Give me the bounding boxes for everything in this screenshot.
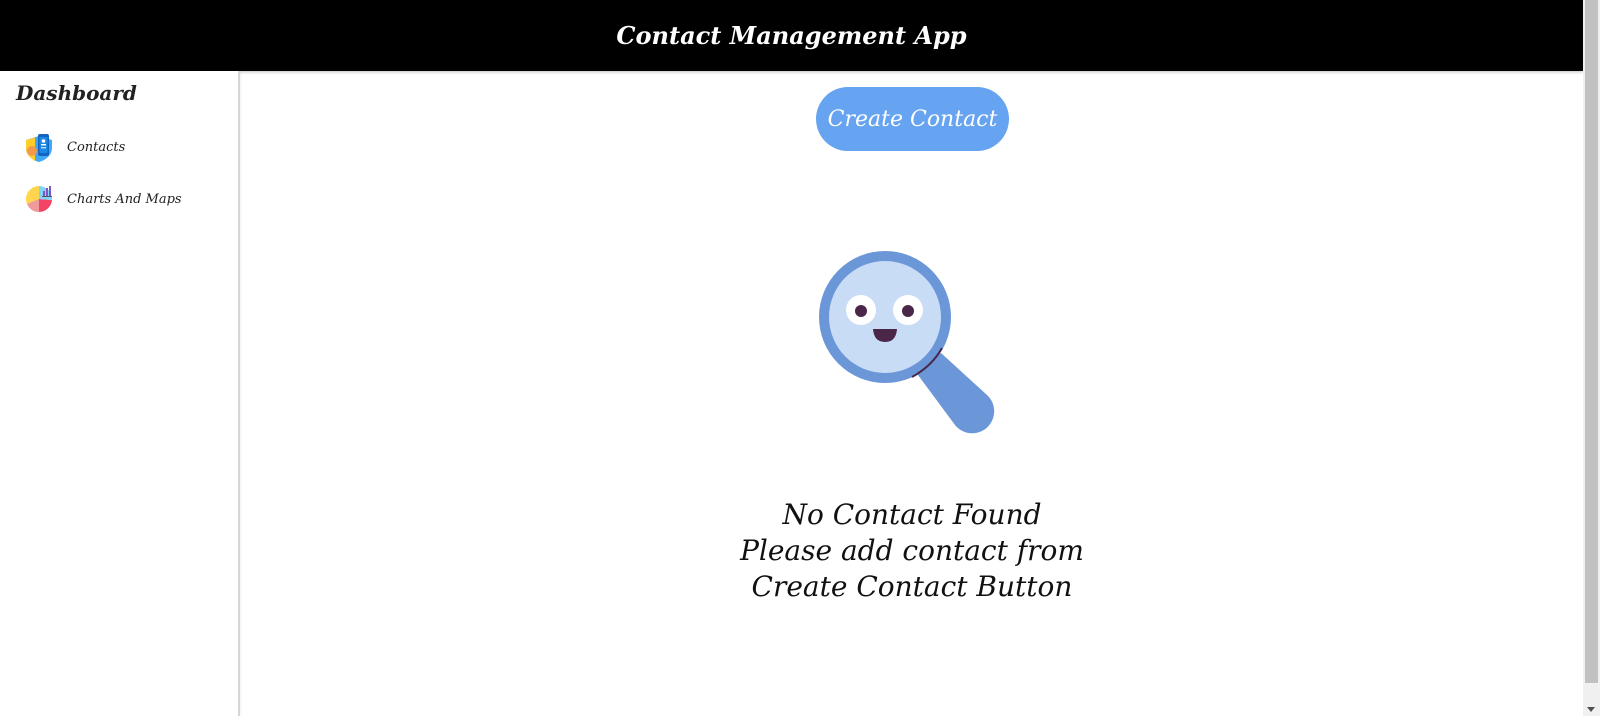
main-content: Create Contact No Contact Found Please a… [240, 71, 1583, 716]
app-root: Contact Management App Dashboard Contact… [0, 0, 1600, 716]
sidebar-title: Dashboard [16, 81, 137, 105]
scrollbar-thumb[interactable] [1585, 0, 1598, 683]
sidebar-item-label: Charts And Maps [67, 191, 182, 207]
empty-state-message: No Contact Found Please add contact from… [612, 497, 1212, 605]
sidebar-item-contacts[interactable]: Contacts [23, 129, 238, 165]
empty-state-line: Create Contact Button [751, 570, 1073, 603]
sidebar-item-label: Contacts [67, 139, 126, 155]
magnifier-face-icon [815, 249, 1010, 439]
app-header: Contact Management App [0, 0, 1583, 71]
empty-state-line: No Contact Found [782, 498, 1042, 531]
create-contact-button[interactable]: Create Contact [816, 87, 1009, 151]
vertical-scrollbar[interactable] [1583, 0, 1600, 716]
sidebar-item-charts-and-maps[interactable]: Charts And Maps [23, 181, 238, 217]
app-title: Contact Management App [616, 21, 967, 50]
charts-icon [23, 183, 55, 215]
contacts-icon [23, 131, 55, 163]
scroll-down-arrow-icon[interactable] [1587, 707, 1595, 712]
sidebar: Dashboard Contacts Charts And Maps [0, 71, 240, 716]
empty-state-line: Please add contact from [740, 534, 1084, 567]
